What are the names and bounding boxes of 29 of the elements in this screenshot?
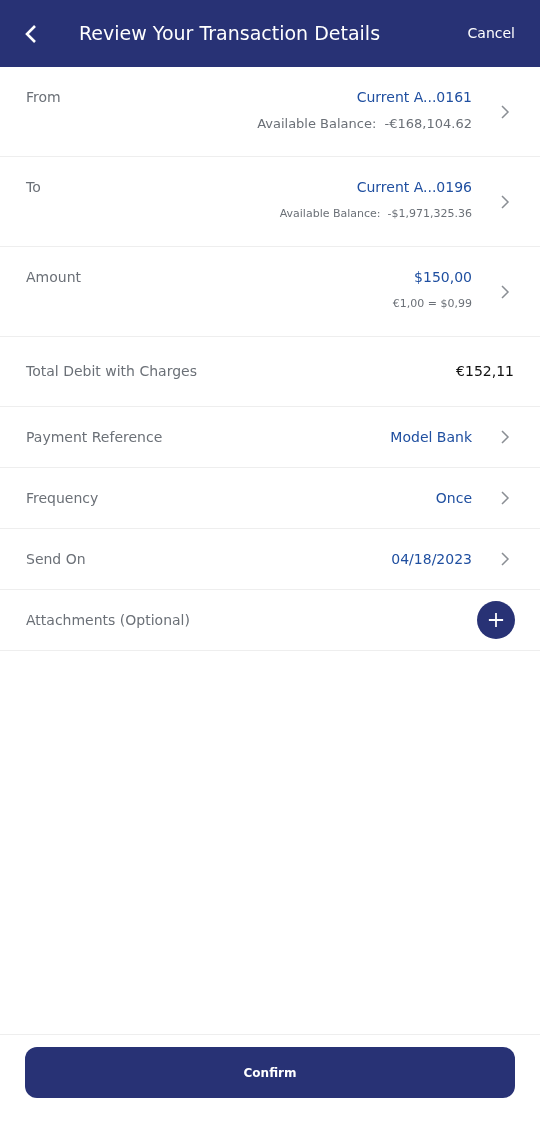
chevron-right-icon[interactable] [500,430,510,444]
total-value: €152,11 [456,362,514,381]
field-value[interactable]: Model Bank [390,426,472,448]
chevron-right-icon[interactable] [500,195,510,209]
field-subtext: €1,00 = $0,99 [392,296,472,312]
field-label: Send On [26,549,86,569]
chevron-right-icon[interactable] [500,105,510,119]
field-label: From [26,88,61,107]
field-value[interactable]: $150,00 [414,267,472,288]
field-subtext: Available Balance: -€168,104.62 [257,115,472,133]
field-label: Attachments (Optional) [26,610,190,630]
field-value[interactable]: Current A...0196 [356,177,472,198]
field-label: To [26,178,41,197]
confirm-button[interactable]: Confirm [25,1047,515,1098]
chevron-right-icon[interactable] [500,491,510,505]
field-label: Frequency [26,488,99,508]
field-label: Total Debit with Charges [26,362,197,381]
field-value[interactable]: Current A...0161 [356,87,472,108]
field-label: Amount [26,268,81,287]
add-attachment-button[interactable] [477,601,515,639]
cancel-button[interactable]: Cancel [467,23,515,44]
field-value[interactable]: Once [435,487,472,509]
chevron-right-icon[interactable] [500,552,510,566]
field-subtext: Available Balance: -$1,971,325.36 [279,206,472,222]
field-value[interactable]: 04/18/2023 [391,548,472,570]
chevron-right-icon[interactable] [500,285,510,299]
plus-icon [488,612,504,628]
screen-title: Review Your Transaction Details [79,21,381,47]
field-label: Payment Reference [26,427,163,447]
